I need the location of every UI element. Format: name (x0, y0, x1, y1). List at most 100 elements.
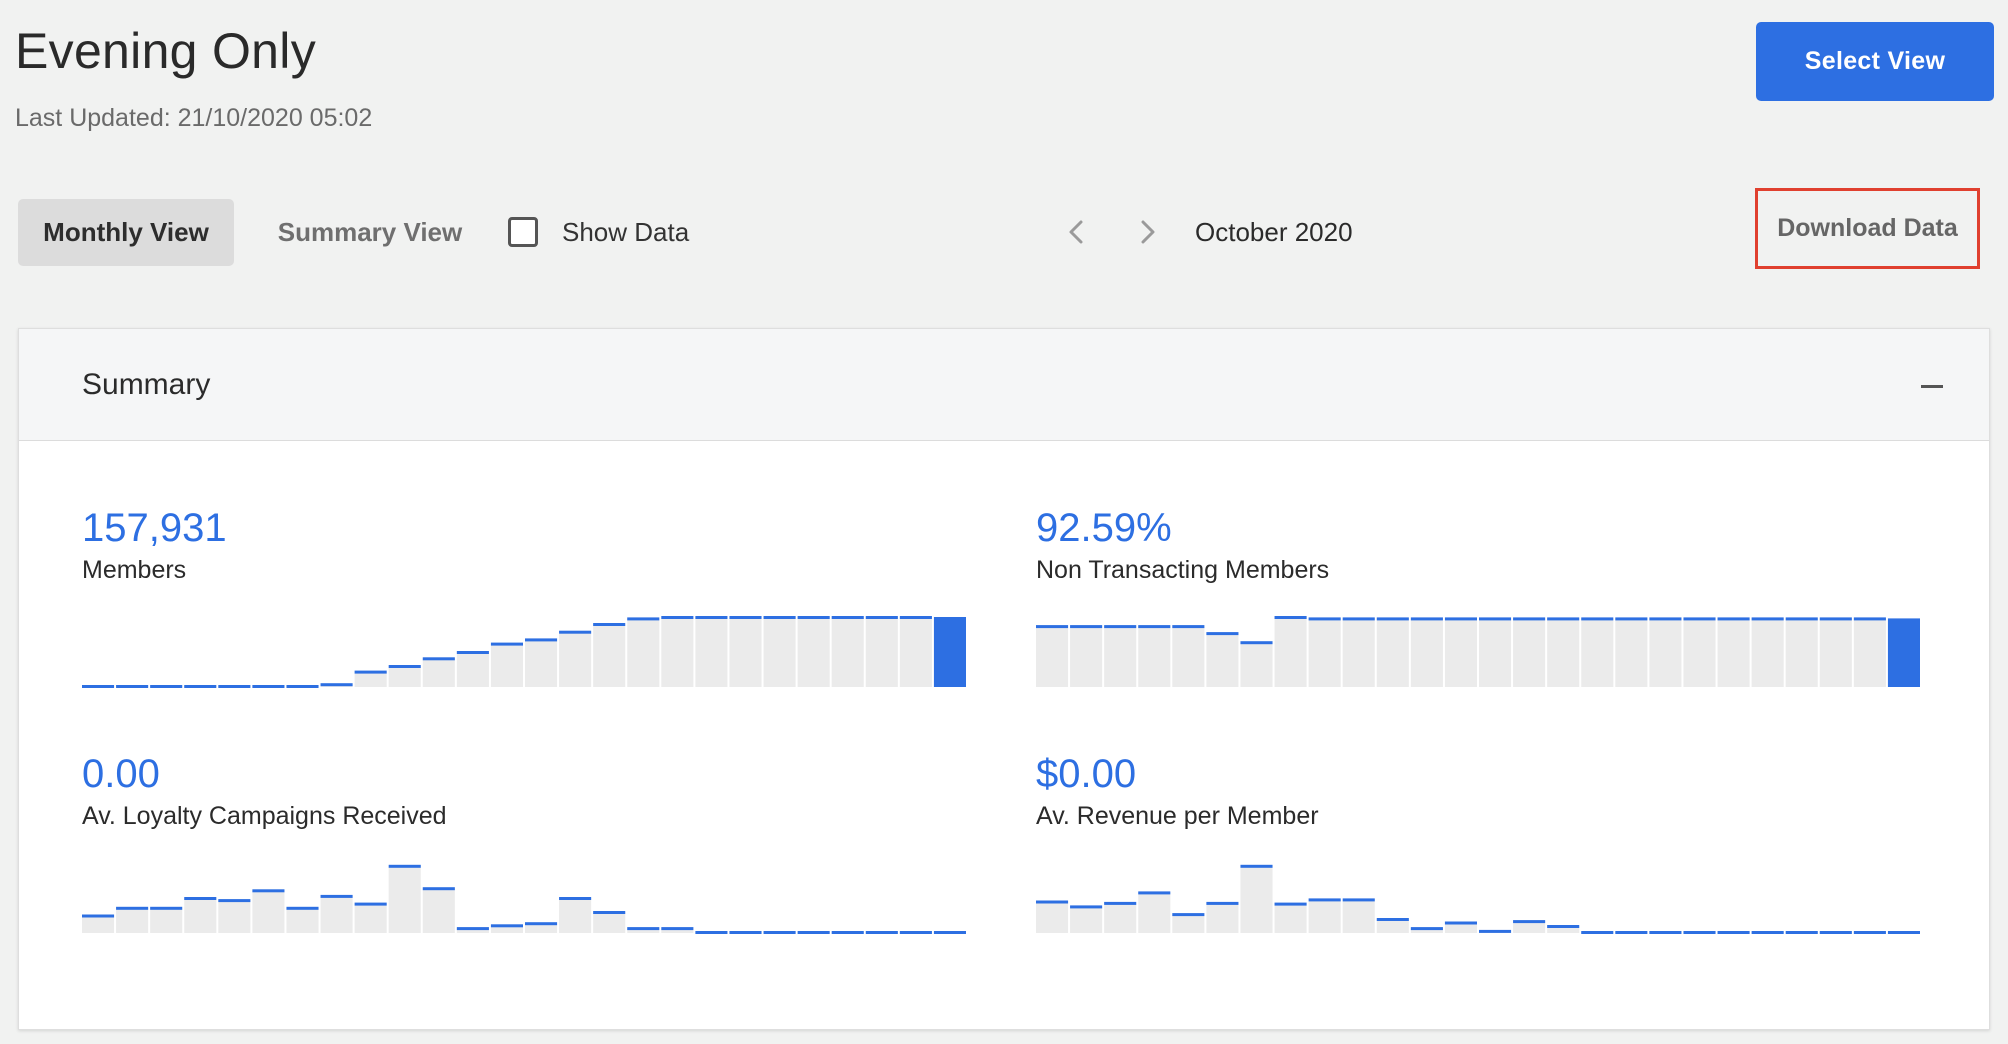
minus-icon (1921, 384, 1943, 388)
sparkline-bar-cap (1581, 617, 1614, 621)
sparkline-bar-cap (490, 642, 523, 646)
last-updated-text: Last Updated: 21/10/2020 05:02 (15, 104, 373, 132)
sparkline-bar-cap (1819, 931, 1852, 934)
sparkline-bar-cap (763, 616, 796, 619)
sparkline-bar-cap (1683, 931, 1716, 934)
sparkline-bar-cap (797, 616, 830, 619)
sparkline-bar-cap (1274, 902, 1307, 906)
sparkline-bar (1274, 617, 1307, 687)
metric-value: 92.59% (1036, 506, 1172, 550)
sparkline-bar-cap (422, 887, 455, 891)
select-view-button[interactable]: Select View (1756, 22, 1994, 101)
sparkline-bar (1581, 618, 1614, 687)
chevron-left-icon (1069, 220, 1083, 244)
sparkline-bar-cap (1206, 901, 1239, 905)
sparkline-bar-cap (1887, 931, 1920, 934)
sparkline-bar (1104, 626, 1137, 687)
sparkline-bar-cap (1649, 617, 1682, 621)
sparkline-bar-cap (763, 931, 796, 934)
sparkline-bar-cap (1240, 864, 1273, 868)
sparkline-bar-cap (82, 914, 115, 918)
sparkline-bar (831, 617, 864, 687)
sparkline-bar (1070, 626, 1103, 687)
sparkline-bar-cap (1717, 617, 1750, 621)
sparkline-bar (218, 900, 251, 933)
sparkline-bar-cap (320, 683, 353, 687)
sparkline-bar-cap (933, 931, 966, 934)
sparkline-bar (899, 617, 932, 687)
sparkline-bar-cap (286, 906, 319, 910)
sparkline-bar-cap (1853, 931, 1886, 934)
sparkline-bar-cap (116, 906, 149, 910)
metric-value: 157,931 (82, 506, 227, 550)
sparkline-bar (865, 617, 898, 687)
sparkline-bar-cap (1138, 625, 1171, 629)
metric-loyalty-campaigns: 0.00 Av. Loyalty Campaigns Received (82, 750, 968, 948)
sparkline-bar (1785, 618, 1818, 687)
tab-summary-view[interactable]: Summary View (265, 199, 475, 266)
sparkline-bar-cap (1479, 929, 1512, 933)
sparkline-bar (1274, 903, 1307, 933)
sparkline-bar (695, 617, 728, 687)
sparkline-bar-cap (1342, 898, 1375, 902)
metric-revenue-per-member: $0.00 Av. Revenue per Member (1036, 750, 1922, 948)
revenue-per-member-sparkline (1036, 864, 1920, 934)
sparkline-bar (933, 617, 966, 687)
sparkline-bar (1070, 906, 1103, 933)
sparkline-bar (1683, 618, 1716, 687)
sparkline-bar-cap (1410, 927, 1443, 931)
sparkline-bar-cap (831, 931, 864, 934)
sparkline-bar-cap (1104, 901, 1137, 905)
show-data-toggle[interactable]: Show Data (508, 212, 689, 252)
sparkline-bar (1547, 618, 1580, 687)
sparkline-bar-cap (150, 906, 183, 910)
sparkline-bar (1104, 902, 1137, 933)
sparkline-bar-cap (354, 902, 387, 906)
next-month-button[interactable] (1130, 212, 1166, 252)
sparkline-bar-cap (1172, 913, 1205, 917)
sparkline-bar-cap (490, 924, 523, 928)
show-data-checkbox[interactable] (508, 217, 538, 247)
sparkline-bar-cap (899, 931, 932, 934)
download-data-button[interactable]: Download Data (1755, 188, 1980, 269)
members-sparkline (82, 616, 966, 688)
metric-value: $0.00 (1036, 752, 1137, 796)
sparkline-bar (1206, 902, 1239, 933)
sparkline-bar-cap (354, 670, 387, 674)
sparkline-bar-cap (695, 931, 728, 934)
sparkline-bar (1308, 618, 1341, 687)
sparkline-bar-cap (899, 616, 932, 619)
sparkline-bar-cap (82, 685, 115, 688)
sparkline-bar (82, 915, 115, 933)
tab-monthly-view[interactable]: Monthly View (18, 199, 234, 266)
sparkline-bar-cap (593, 623, 626, 626)
sparkline-bar-cap (559, 897, 592, 900)
current-month-label: October 2020 (1195, 216, 1353, 247)
sparkline-bar-cap (627, 927, 660, 931)
sparkline-bar-cap (1785, 931, 1818, 934)
metric-label: Av. Loyalty Campaigns Received (82, 802, 447, 830)
previous-month-button[interactable] (1058, 212, 1094, 252)
sparkline-bar-cap (1410, 617, 1443, 621)
sparkline-bar-cap (525, 638, 558, 642)
sparkline-bar-cap (729, 616, 762, 619)
sparkline-bar (729, 617, 762, 687)
sparkline-bar-cap (661, 927, 694, 931)
collapse-button[interactable] (1912, 376, 1952, 396)
sparkline-bar (1853, 618, 1886, 687)
sparkline-bar-cap (456, 651, 489, 654)
show-data-label: Show Data (562, 216, 690, 247)
sparkline-bar (286, 907, 319, 933)
sparkline-bar-cap (1240, 641, 1273, 645)
sparkline-bar (525, 639, 558, 687)
sparkline-bar (661, 617, 694, 687)
sparkline-bar (1479, 618, 1512, 687)
sparkline-bar-cap (116, 685, 149, 688)
sparkline-bar (252, 890, 285, 933)
sparkline-bar-cap (1172, 625, 1205, 629)
metric-value: 0.00 (82, 752, 160, 796)
sparkline-bar (1751, 618, 1784, 687)
sparkline-bar (1649, 618, 1682, 687)
sparkline-bar (1240, 865, 1273, 933)
sparkline-bar-cap (593, 911, 626, 914)
